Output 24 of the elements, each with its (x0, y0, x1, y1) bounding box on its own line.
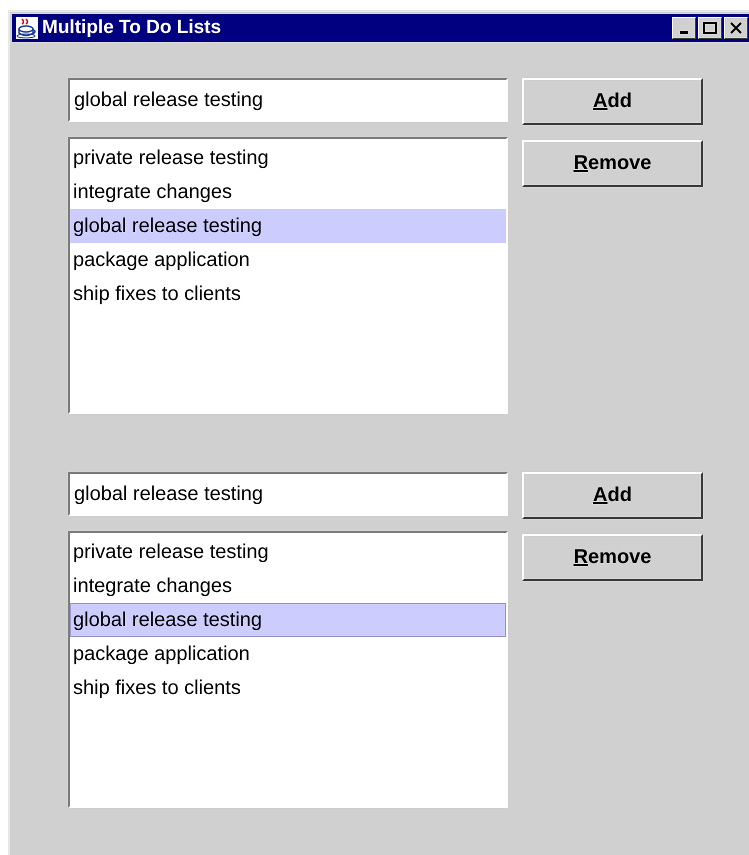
text-field[interactable]: global release testing (68, 472, 508, 516)
close-icon (730, 22, 742, 34)
window-title: Multiple To Do Lists (42, 17, 222, 39)
action-button[interactable]: Add (522, 78, 703, 125)
list-item[interactable]: package application (70, 243, 506, 277)
list-item[interactable]: integrate changes (70, 569, 506, 603)
list-item[interactable]: private release testing (70, 141, 506, 175)
list-item[interactable]: ship fixes to clients (70, 671, 506, 705)
action-button[interactable]: Remove (522, 140, 703, 187)
close-button[interactable] (724, 17, 748, 39)
list-item[interactable]: global release testing (70, 603, 506, 637)
coffee-cup-icon (16, 17, 38, 39)
list-item[interactable]: package application (70, 637, 506, 671)
action-button[interactable]: Add (522, 472, 703, 519)
list-item[interactable]: integrate changes (70, 175, 506, 209)
text-field[interactable]: global release testing (68, 78, 508, 122)
minimize-icon (680, 30, 688, 34)
minimize-button[interactable] (672, 17, 696, 39)
maximize-button[interactable] (698, 17, 722, 39)
list-item[interactable]: ship fixes to clients (70, 277, 506, 311)
list-item[interactable]: private release testing (70, 535, 506, 569)
maximize-icon (703, 22, 717, 34)
list-item[interactable]: global release testing (70, 209, 506, 243)
action-button[interactable]: Remove (522, 534, 703, 581)
